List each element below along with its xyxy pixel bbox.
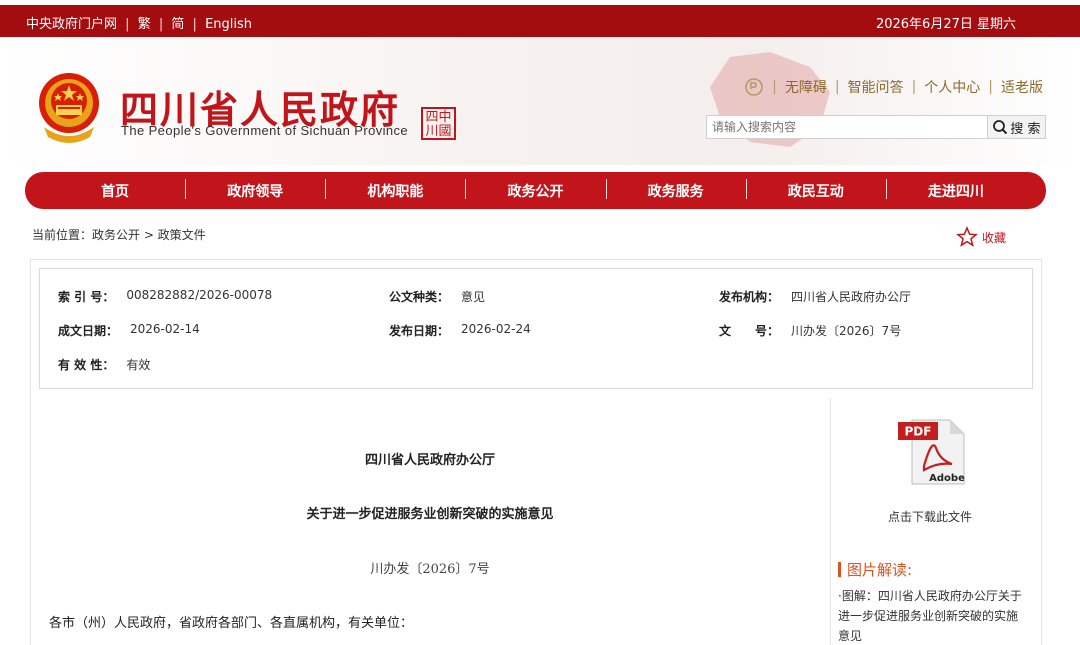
- nav-org-functions[interactable]: 机构职能: [325, 178, 465, 201]
- national-emblem-icon: [39, 73, 99, 143]
- column-divider: [830, 398, 831, 645]
- picture-interpretation-heading: 图片解读:: [838, 559, 912, 580]
- search-input[interactable]: [706, 115, 988, 139]
- nav-home[interactable]: 首页: [45, 181, 185, 201]
- article-issuer: 四川省人民政府办公厅: [364, 453, 495, 468]
- nav-gov-affairs[interactable]: 政务公开: [465, 178, 605, 201]
- meta-validity: 有 效 性： 有效: [58, 358, 151, 372]
- article-salutation: 各市（州）人民政府，省政府各部门、各直属机构，有关单位：: [49, 616, 414, 631]
- seal-stamp: 四中 川國: [421, 107, 456, 140]
- current-date: 2026年6月27日 星期六: [875, 17, 1016, 32]
- heading-bar: [838, 562, 841, 577]
- favorite-button[interactable]: 收藏: [956, 226, 1006, 248]
- search-icon: [993, 120, 1008, 135]
- meta-publish-date: 发布日期： 2026-02-24: [389, 322, 531, 338]
- nav-about-sichuan[interactable]: 走进四川: [885, 178, 1026, 201]
- article-title: 关于进一步促进服务业创新突破的实施意见: [306, 507, 554, 522]
- pdf-file-icon[interactable]: PDF Adobe: [898, 418, 966, 486]
- link-simplified[interactable]: 简: [171, 17, 184, 32]
- meta-doc-number: 文 号： 川办发〔2026〕7号: [719, 324, 902, 338]
- link-traditional[interactable]: 繁: [138, 17, 151, 32]
- main-nav: 首页 政府领导 机构职能 政务公开 政务服务 政民互动 走进四川: [25, 172, 1046, 209]
- province-map-icon: [710, 52, 830, 147]
- article-doc-number: 川办发〔2026〕7号: [370, 562, 490, 577]
- meta-index: 索 引 号： 008282882/2026-00078: [58, 288, 273, 304]
- accessibility-voice-icon[interactable]: [744, 77, 764, 97]
- breadcrumb[interactable]: 当前位置：政务公开 > 政策文件: [32, 226, 206, 243]
- link-central-gov[interactable]: 中央政府门户网: [26, 17, 117, 32]
- picture-interpretation-link[interactable]: ·图解：四川省人民政府办公厅关于进一步促进服务业创新突破的实施意见: [838, 586, 1023, 645]
- search-button[interactable]: 搜 索: [988, 115, 1046, 139]
- nav-interaction[interactable]: 政民互动: [745, 178, 886, 201]
- nav-gov-leaders[interactable]: 政府领导: [185, 178, 325, 201]
- site-subtitle-en: The People's Government of Sichuan Provi…: [121, 123, 409, 138]
- site-header: 四川省人民政府 The People's Government of Sichu…: [0, 37, 1080, 165]
- meta-issuer: 发布机构： 四川省人民政府办公厅: [719, 290, 912, 304]
- top-strip: 中央政府门户网 | 繁 | 简 | English 2026年6月27日 星期六: [0, 5, 1080, 37]
- nav-gov-services[interactable]: 政务服务: [605, 178, 746, 201]
- link-personal-center[interactable]: 个人中心: [924, 77, 980, 97]
- link-smart-qa[interactable]: 智能问答: [848, 77, 904, 97]
- svg-text:Adobe: Adobe: [929, 473, 965, 484]
- meta-written-date: 成文日期： 2026-02-14: [58, 322, 200, 338]
- link-elderly-version[interactable]: 适老版: [1001, 77, 1043, 97]
- link-accessibility[interactable]: 无障碍: [785, 77, 827, 97]
- download-link[interactable]: 点击下载此文件: [840, 508, 1020, 525]
- svg-text:PDF: PDF: [905, 425, 932, 439]
- meta-type: 公文种类： 意见: [389, 290, 486, 304]
- document-meta: 索 引 号： 008282882/2026-00078 公文种类： 意见 发布机…: [39, 268, 1033, 389]
- top-links: 中央政府门户网 | 繁 | 简 | English: [26, 17, 253, 32]
- star-icon: [956, 226, 978, 247]
- search-box: 搜 索: [706, 115, 1046, 139]
- utility-links: | 无障碍 | 智能问答 | 个人中心 | 适老版: [744, 77, 1043, 97]
- link-english[interactable]: English: [205, 17, 252, 32]
